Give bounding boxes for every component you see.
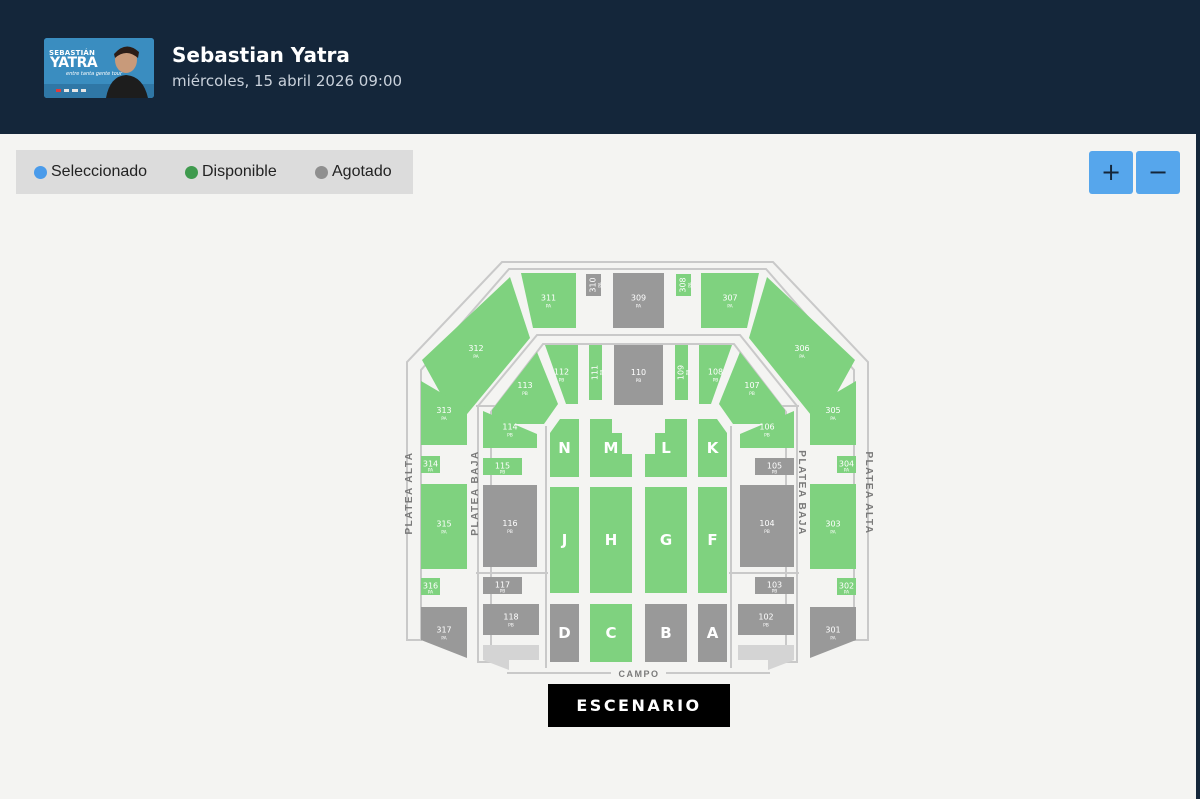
stage-label: ESCENARIO (548, 684, 730, 727)
section-309[interactable] (613, 273, 664, 328)
section-102[interactable] (738, 604, 794, 635)
section-105[interactable] (755, 458, 794, 475)
section-115[interactable] (483, 458, 522, 475)
section-303[interactable] (810, 484, 856, 569)
section-315[interactable] (421, 484, 467, 569)
seat-map: PLATEA ALTA PLATEA BAJA PLATEA BAJA PLAT… (404, 261, 874, 679)
section-A[interactable] (698, 604, 727, 662)
section-302[interactable] (837, 578, 856, 595)
section-117[interactable] (483, 577, 522, 594)
section-308[interactable] (676, 274, 691, 296)
section-104[interactable] (740, 485, 794, 567)
platea-baja-right-label: PLATEA BAJA (796, 450, 807, 535)
section-307[interactable] (701, 273, 759, 328)
section-J[interactable] (550, 487, 579, 593)
section-109[interactable] (675, 345, 688, 400)
section-L[interactable] (645, 419, 687, 477)
section-118[interactable] (483, 604, 539, 635)
platea-alta-left-label: PLATEA ALTA (404, 452, 415, 535)
section-304[interactable] (837, 456, 856, 473)
section-301[interactable] (810, 607, 856, 658)
platea-alta-right-label: PLATEA ALTA (863, 452, 874, 535)
section-310[interactable] (586, 274, 601, 296)
section-311[interactable] (521, 273, 576, 328)
section-314[interactable] (421, 456, 440, 473)
section-M[interactable] (590, 419, 632, 477)
section-F[interactable] (698, 487, 727, 593)
section-C[interactable] (590, 604, 632, 662)
section-B[interactable] (645, 604, 687, 662)
section-111[interactable] (589, 345, 602, 400)
section-317[interactable] (421, 607, 467, 658)
section-110[interactable] (614, 345, 663, 405)
section-D[interactable] (550, 604, 579, 662)
section-103[interactable] (755, 577, 794, 594)
section-316[interactable] (421, 578, 440, 595)
section-116[interactable] (483, 485, 537, 567)
campo-label: CAMPO (619, 669, 660, 679)
section-H[interactable] (590, 487, 632, 593)
section-K[interactable] (698, 419, 727, 477)
section-N[interactable] (550, 419, 579, 477)
platea-baja-left-label: PLATEA BAJA (470, 450, 481, 535)
section-G[interactable] (645, 487, 687, 593)
